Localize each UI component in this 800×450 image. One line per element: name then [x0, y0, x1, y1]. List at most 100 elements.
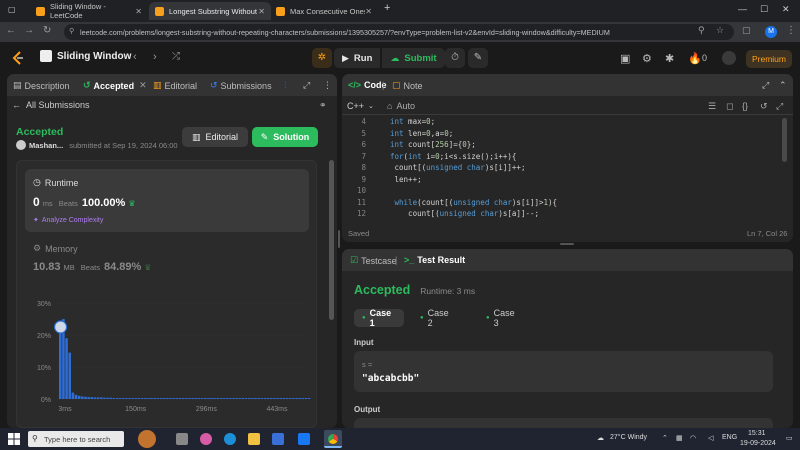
back-icon[interactable]: ← — [6, 25, 16, 36]
windows-start-icon[interactable] — [8, 433, 20, 445]
case-tab-3[interactable]: ● Case 3 — [478, 308, 528, 328]
fullscreen-icon[interactable]: ⤢ — [776, 101, 783, 112]
clock-date[interactable]: 19-09-2024 — [740, 440, 776, 447]
submit-button[interactable]: ☁ Submit — [382, 48, 445, 68]
debug-icon[interactable]: ✲ — [312, 48, 332, 68]
close-window-button[interactable]: ✕ — [782, 4, 790, 15]
all-submissions-link[interactable]: ← All Submissions — [12, 100, 90, 110]
editorial-button[interactable]: ▥ Editorial — [182, 127, 248, 147]
streak-fire-icon[interactable]: 🔥 — [688, 52, 702, 65]
shuffle-icon[interactable]: ⤮ — [172, 51, 180, 62]
code-line[interactable]: 6 int count[256]={0}; — [342, 140, 475, 151]
expand-icon[interactable]: ⤢ — [303, 80, 310, 91]
leetcode-logo[interactable] — [12, 51, 24, 65]
username[interactable]: Mashan... — [29, 141, 63, 150]
close-icon[interactable]: ✕ — [135, 7, 142, 16]
braces-icon[interactable]: {} — [742, 101, 748, 111]
reset-icon[interactable]: ↺ — [760, 101, 768, 112]
premium-button[interactable]: Premium — [746, 50, 792, 68]
site-info-icon[interactable]: ⚲ — [69, 27, 74, 35]
more-tabs-icon[interactable]: ⫶ — [284, 80, 286, 91]
store-icon[interactable] — [272, 433, 284, 445]
memory-header[interactable]: ⚙ Memory — [33, 243, 78, 254]
panel-resize-handle[interactable] — [338, 230, 340, 248]
format-icon[interactable]: ☰ — [708, 101, 716, 112]
solution-button[interactable]: ✎ Solution — [252, 127, 318, 147]
weather-text[interactable]: 27°C Windy — [610, 434, 647, 441]
bookmark-star-icon[interactable]: ☆ — [716, 25, 724, 36]
wifi-icon[interactable]: ◠ — [690, 434, 696, 442]
taskbar-search-input[interactable]: ⚲ Type here to search — [28, 431, 124, 447]
next-problem-icon[interactable]: › — [153, 51, 157, 63]
chrome-icon[interactable] — [324, 430, 342, 448]
browser-tab[interactable]: Max Consecutive Ones II - Leet ✕ — [270, 2, 378, 20]
browser-tab[interactable]: Sliding Window - LeetCode ✕ — [30, 2, 148, 20]
browser-tab-active[interactable]: Longest Substring Without Repe ✕ — [149, 2, 271, 20]
tab-note[interactable]: ▢ Note — [392, 80, 423, 91]
close-icon[interactable]: ✕ — [258, 7, 265, 16]
timer-icon[interactable]: ⏱ — [445, 48, 465, 68]
code-line[interactable]: 4 int max=0; — [342, 117, 435, 128]
extensions-icon[interactable]: ▢ — [742, 25, 751, 36]
avatar[interactable] — [16, 140, 26, 150]
code-editor[interactable]: 4 int max=0; 5 int len=0,a=0; 6 int count[256… — [342, 117, 793, 225]
maximize-button[interactable]: ☐ — [760, 4, 768, 15]
edge-icon[interactable] — [224, 433, 236, 445]
expand-icon[interactable]: ⤢ — [762, 80, 769, 91]
tab-testcase[interactable]: ☑ Testcase — [350, 255, 397, 266]
bluetooth-icon[interactable] — [298, 433, 310, 445]
clock-time[interactable]: 15:31 — [748, 430, 766, 437]
tab-code[interactable]: </> Code — [348, 80, 387, 90]
tab-test-result[interactable]: >_ Test Result — [404, 255, 465, 265]
auto-mode-toggle[interactable]: ⌂ Auto — [387, 101, 415, 111]
language-select[interactable]: C++ ⌄ — [347, 101, 374, 111]
forward-icon[interactable]: → — [24, 25, 34, 36]
close-icon[interactable]: ✕ — [139, 80, 147, 91]
runtime-card[interactable]: ◷ Runtime 0 ms Beats 100.00% ♛ ✦ Analyze… — [25, 169, 309, 232]
notes-icon[interactable]: ✎ — [468, 48, 488, 68]
notification-icon[interactable]: ▭ — [786, 434, 793, 442]
case-tab-1[interactable]: ● Case 1 — [354, 308, 404, 328]
user-avatar[interactable] — [722, 51, 736, 65]
profile-avatar[interactable]: M — [765, 26, 777, 38]
zoom-icon[interactable]: ⚲ — [698, 25, 705, 36]
volume-icon[interactable]: ◁ — [708, 434, 713, 442]
more-icon[interactable]: ⋮ — [323, 80, 332, 91]
settings-icon[interactable]: ✱ — [665, 52, 674, 65]
run-button[interactable]: ▶ Run — [334, 48, 381, 68]
search-highlight-icon[interactable] — [138, 430, 156, 448]
tab-submissions[interactable]: ↺ Submissions — [210, 80, 272, 91]
editor-scrollbar[interactable] — [782, 118, 787, 162]
new-tab-button[interactable]: + — [384, 2, 390, 14]
code-line[interactable]: 5 int len=0,a=0; — [342, 129, 453, 140]
menu-icon[interactable]: ⋮ — [786, 25, 796, 36]
share-link-icon[interactable]: ⚭ — [319, 100, 327, 111]
code-line[interactable]: 11 while(count[(unsigned char)s[i]]>1){ — [342, 198, 557, 209]
bookmark-icon[interactable]: ◻ — [726, 101, 733, 112]
language-indicator[interactable]: ENG — [722, 434, 737, 441]
copilot-icon[interactable] — [200, 433, 212, 445]
tab-accepted[interactable]: ↺ Accepted ✕ — [83, 80, 147, 91]
file-explorer-icon[interactable] — [248, 433, 260, 445]
case-tab-2[interactable]: ● Case 2 — [412, 308, 462, 328]
analyze-complexity-link[interactable]: ✦ Analyze Complexity — [33, 216, 103, 225]
code-line[interactable]: 7 for(int i=0;i<s.size();i++){ — [342, 152, 516, 163]
code-line[interactable]: 10 — [342, 186, 390, 197]
code-line[interactable]: 12 count[(unsigned char)s[a]]--; — [342, 209, 539, 220]
tab-search-icon[interactable]: ▢ — [8, 5, 16, 14]
prev-problem-icon[interactable]: ‹ — [133, 51, 137, 63]
problem-list-title[interactable]: Sliding Window — [40, 50, 131, 62]
collapse-icon[interactable]: ⌃ — [779, 80, 787, 91]
tab-description[interactable]: ▤ Description — [13, 80, 70, 91]
tab-editorial[interactable]: ▥ Editorial — [153, 80, 197, 91]
network-icon[interactable]: ▦ — [676, 434, 683, 442]
minimize-button[interactable]: — — [738, 4, 747, 14]
code-line[interactable]: 8 count[(unsigned char)s[i]]++; — [342, 163, 525, 174]
weather-icon[interactable]: ☁ — [597, 434, 604, 442]
layout-icon[interactable]: ▣ — [620, 52, 630, 65]
settings-gear-icon[interactable]: ⚙ — [642, 52, 652, 65]
code-line[interactable]: 9 len++; — [342, 175, 421, 186]
vertical-resize-handle[interactable] — [560, 243, 574, 245]
task-view-icon[interactable] — [176, 433, 188, 445]
reload-icon[interactable]: ↻ — [43, 25, 51, 36]
